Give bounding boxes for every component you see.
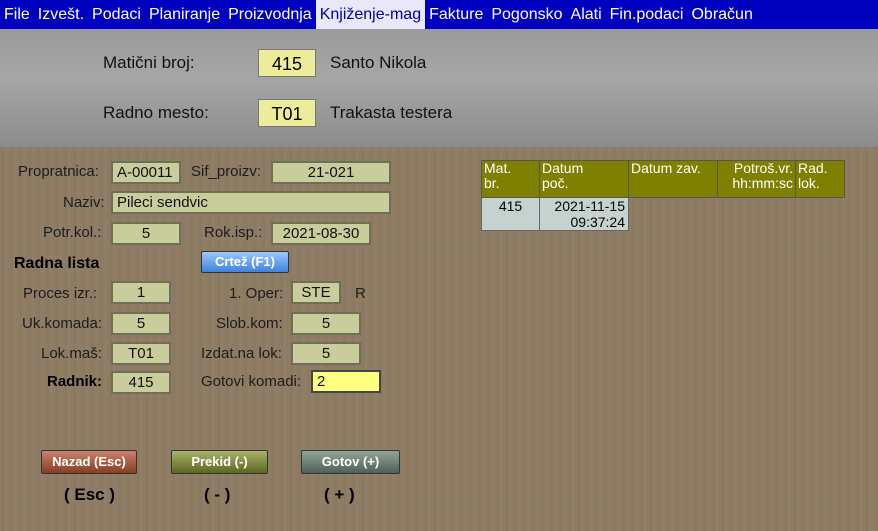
menu-izvest[interactable]: Izvešt.	[34, 0, 88, 29]
cell-rad-lok	[796, 198, 845, 231]
cell-datum-zav	[629, 198, 718, 231]
rok-isp-field[interactable]: 2021-08-30	[271, 222, 371, 245]
workplace-name: Trakasta testera	[330, 103, 453, 122]
gotovi-komadi-label: Gotovi komadi:	[201, 373, 302, 390]
cell-potros-vr	[718, 198, 796, 231]
slob-kom-label: Slob.kom:	[216, 315, 283, 332]
col-datum-zav: Datum zav.	[628, 160, 718, 198]
oper-flag: R	[355, 285, 366, 302]
oper-field[interactable]: STE	[291, 281, 341, 304]
proces-field[interactable]: 1	[111, 281, 171, 304]
sif-proizv-field[interactable]: 21-021	[271, 161, 391, 184]
menu-fakture[interactable]: Fakture	[425, 0, 487, 29]
plus-hint: ( + )	[324, 485, 355, 504]
menu-podaci[interactable]: Podaci	[88, 0, 145, 29]
cell-mat-br: 415	[481, 197, 540, 231]
potr-kol-field[interactable]: 5	[111, 222, 181, 245]
radnik-label: Radnik:	[47, 373, 103, 390]
col-mat-br: Mat. br.	[481, 160, 540, 198]
menu-proizvodnja[interactable]: Proizvodnja	[224, 0, 316, 29]
radno-mesto-label: Radno mesto:	[103, 103, 209, 122]
col-potros-vr: Potroš.vr. hh:mm:sc	[717, 160, 796, 198]
cell-datum-poc: 2021-11-15 09:37:24	[539, 197, 629, 231]
proces-label: Proces izr.:	[23, 285, 98, 302]
maticni-label: Matični broj:	[103, 53, 195, 72]
maticni-value: 415	[258, 49, 316, 77]
izdat-label: Izdat.na lok:	[201, 345, 282, 362]
menu-obracun[interactable]: Obračun	[687, 0, 756, 29]
menu-bar: File Izvešt. Podaci Planiranje Proizvodn…	[0, 0, 878, 29]
gotovi-komadi-input[interactable]: 2	[311, 370, 381, 393]
minus-hint: ( - )	[204, 485, 231, 504]
col-datum-poc: Datum poč.	[539, 160, 629, 198]
izdat-field[interactable]: 5	[291, 342, 361, 365]
lok-mas-field[interactable]: T01	[111, 342, 171, 365]
sif-proizv-label: Sif_proizv:	[191, 163, 262, 180]
potr-kol-label: Potr.kol.:	[43, 224, 102, 241]
table-row[interactable]: 415 2021-11-15 09:37:24	[481, 197, 845, 231]
radno-mesto-value: T01	[258, 99, 316, 127]
gotov-button[interactable]: Gotov (+)	[301, 450, 400, 474]
uk-komada-label: Uk.komada:	[22, 315, 103, 332]
table-header-row: Mat. br. Datum poč. Datum zav. Potroš.vr. h…	[481, 160, 845, 198]
prekid-button[interactable]: Prekid (-)	[171, 450, 268, 474]
radnik-field[interactable]: 415	[111, 371, 171, 394]
nazad-button[interactable]: Nazad (Esc)	[41, 450, 137, 474]
menu-pogonsko[interactable]: Pogonsko	[487, 0, 566, 29]
naziv-label: Naziv:	[63, 194, 105, 211]
menu-planiranje[interactable]: Planiranje	[145, 0, 224, 29]
naziv-field[interactable]: Pileci sendvic	[111, 191, 391, 214]
lok-mas-label: Lok.maš:	[41, 345, 102, 362]
worker-name: Santo Nikola	[330, 53, 427, 72]
slob-kom-field[interactable]: 5	[291, 312, 361, 335]
propratnica-label: Propratnica:	[18, 163, 99, 180]
rok-isp-label: Rok.isp.:	[204, 224, 263, 241]
propratnica-field[interactable]: A-00011	[111, 161, 181, 184]
menu-knjizenje-mag[interactable]: Knjiženje-mag	[315, 0, 426, 29]
menu-file[interactable]: File	[0, 0, 34, 29]
radna-lista-heading: Radna lista	[14, 255, 100, 272]
esc-hint: ( Esc )	[64, 485, 116, 504]
crtez-button[interactable]: Crtež (F1)	[201, 251, 289, 273]
menu-alati[interactable]: Alati	[567, 0, 606, 29]
col-rad-lok: Rad. lok.	[795, 160, 845, 198]
uk-komada-field[interactable]: 5	[111, 312, 171, 335]
oper-label: 1. Oper:	[229, 285, 284, 302]
operations-table: Mat. br. Datum poč. Datum zav. Potroš.vr. h…	[481, 160, 845, 231]
menu-fin-podaci[interactable]: Fin.podaci	[606, 0, 688, 29]
worker-header: Matični broj: 415 Santo Nikola Radno mes…	[0, 29, 878, 147]
